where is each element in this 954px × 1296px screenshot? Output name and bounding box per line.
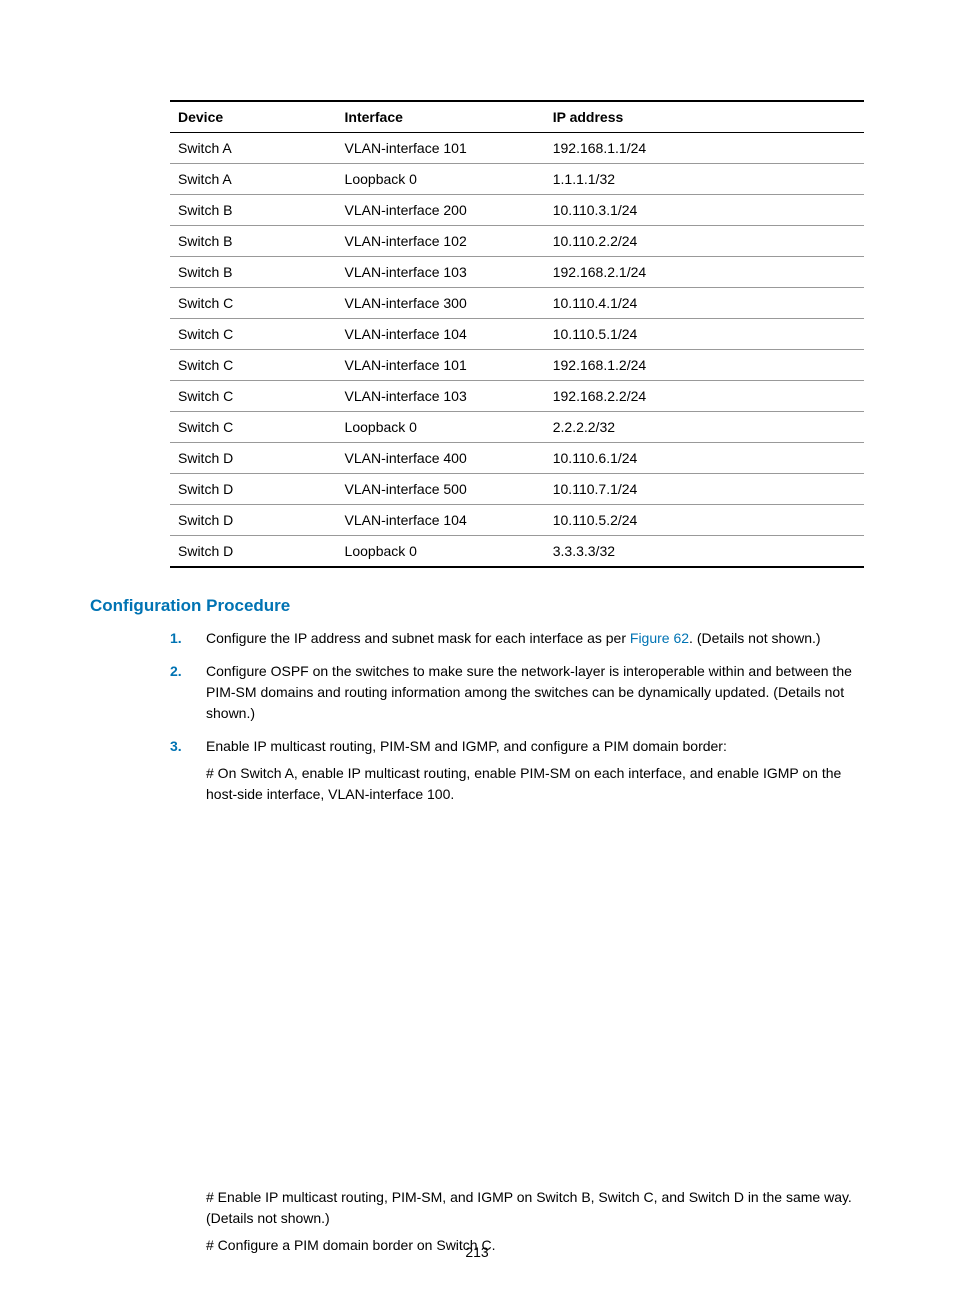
- table-header-row: Device Interface IP address: [170, 101, 864, 133]
- table-row: Switch BVLAN-interface 10210.110.2.2/24: [170, 226, 864, 257]
- table-cell: Switch C: [170, 288, 337, 319]
- table-row: Switch AVLAN-interface 101192.168.1.1/24: [170, 133, 864, 164]
- table-cell: 192.168.2.1/24: [545, 257, 864, 288]
- table-cell: VLAN-interface 200: [337, 195, 545, 226]
- table-cell: 2.2.2.2/32: [545, 412, 864, 443]
- table-cell: 10.110.4.1/24: [545, 288, 864, 319]
- table-row: Switch DVLAN-interface 50010.110.7.1/24: [170, 474, 864, 505]
- table-row: Switch BVLAN-interface 103192.168.2.1/24: [170, 257, 864, 288]
- col-ipaddress: IP address: [545, 101, 864, 133]
- table-cell: VLAN-interface 400: [337, 443, 545, 474]
- page-number: 213: [0, 1244, 954, 1260]
- table-cell: 10.110.5.1/24: [545, 319, 864, 350]
- table-cell: Switch B: [170, 195, 337, 226]
- steps-list: 1. Configure the IP address and subnet m…: [170, 628, 864, 805]
- table-cell: Switch C: [170, 319, 337, 350]
- table-cell: VLAN-interface 101: [337, 350, 545, 381]
- bottom-p1: # Enable IP multicast routing, PIM-SM, a…: [206, 1187, 864, 1229]
- table-cell: VLAN-interface 104: [337, 319, 545, 350]
- table-row: Switch BVLAN-interface 20010.110.3.1/24: [170, 195, 864, 226]
- table-row: Switch CLoopback 02.2.2.2/32: [170, 412, 864, 443]
- table-cell: Switch D: [170, 474, 337, 505]
- table-cell: 10.110.3.1/24: [545, 195, 864, 226]
- table-cell: VLAN-interface 500: [337, 474, 545, 505]
- step-text-post: . (Details not shown.): [689, 630, 821, 646]
- table-cell: VLAN-interface 103: [337, 257, 545, 288]
- table-cell: VLAN-interface 300: [337, 288, 545, 319]
- table-row: Switch CVLAN-interface 101192.168.1.2/24: [170, 350, 864, 381]
- table-cell: 10.110.2.2/24: [545, 226, 864, 257]
- table-row: Switch DVLAN-interface 40010.110.6.1/24: [170, 443, 864, 474]
- table-cell: 10.110.7.1/24: [545, 474, 864, 505]
- table-cell: Switch D: [170, 536, 337, 568]
- table-cell: 192.168.2.2/24: [545, 381, 864, 412]
- table-cell: Switch A: [170, 164, 337, 195]
- step-number: 2.: [170, 661, 182, 682]
- table-cell: Loopback 0: [337, 164, 545, 195]
- table-cell: VLAN-interface 101: [337, 133, 545, 164]
- table-cell: 10.110.5.2/24: [545, 505, 864, 536]
- table-cell: 10.110.6.1/24: [545, 443, 864, 474]
- step-paragraph: # On Switch A, enable IP multicast routi…: [206, 763, 864, 805]
- col-interface: Interface: [337, 101, 545, 133]
- step-text-pre: Configure the IP address and subnet mask…: [206, 630, 630, 646]
- table-row: Switch CVLAN-interface 103192.168.2.2/24: [170, 381, 864, 412]
- section-heading: Configuration Procedure: [90, 596, 864, 616]
- figure-ref[interactable]: Figure 62: [630, 630, 689, 646]
- table-cell: Switch D: [170, 505, 337, 536]
- table-cell: Switch C: [170, 381, 337, 412]
- table-row: Switch DLoopback 03.3.3.3/32: [170, 536, 864, 568]
- table-cell: Switch B: [170, 257, 337, 288]
- table-row: Switch DVLAN-interface 10410.110.5.2/24: [170, 505, 864, 536]
- step-number: 3.: [170, 736, 182, 757]
- table-row: Switch CVLAN-interface 10410.110.5.1/24: [170, 319, 864, 350]
- step-text: Enable IP multicast routing, PIM-SM and …: [206, 738, 727, 754]
- table-cell: Loopback 0: [337, 412, 545, 443]
- table-cell: VLAN-interface 104: [337, 505, 545, 536]
- step-2: 2. Configure OSPF on the switches to mak…: [170, 661, 864, 724]
- step-text: Configure OSPF on the switches to make s…: [206, 663, 852, 721]
- table-cell: 192.168.1.2/24: [545, 350, 864, 381]
- table-cell: Switch D: [170, 443, 337, 474]
- table-cell: Switch B: [170, 226, 337, 257]
- table-cell: Loopback 0: [337, 536, 545, 568]
- table-cell: VLAN-interface 103: [337, 381, 545, 412]
- table-row: Switch CVLAN-interface 30010.110.4.1/24: [170, 288, 864, 319]
- step-number: 1.: [170, 628, 182, 649]
- step-1: 1. Configure the IP address and subnet m…: [170, 628, 864, 649]
- col-device: Device: [170, 101, 337, 133]
- table-cell: Switch C: [170, 412, 337, 443]
- step-3: 3. Enable IP multicast routing, PIM-SM a…: [170, 736, 864, 805]
- table-cell: Switch A: [170, 133, 337, 164]
- table-cell: 1.1.1.1/32: [545, 164, 864, 195]
- table-row: Switch ALoopback 01.1.1.1/32: [170, 164, 864, 195]
- table-cell: 3.3.3.3/32: [545, 536, 864, 568]
- interface-table: Device Interface IP address Switch AVLAN…: [170, 100, 864, 568]
- table-cell: VLAN-interface 102: [337, 226, 545, 257]
- table-cell: Switch C: [170, 350, 337, 381]
- table-cell: 192.168.1.1/24: [545, 133, 864, 164]
